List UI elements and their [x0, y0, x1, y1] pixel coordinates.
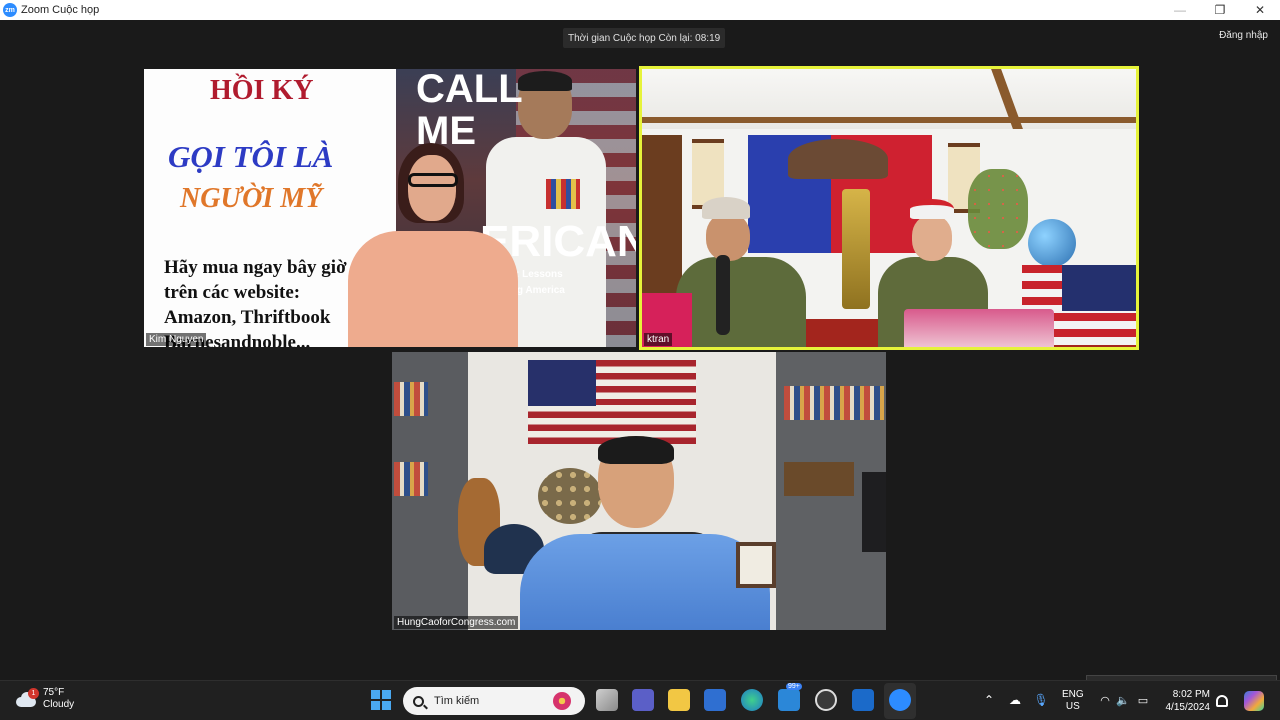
participant-hung-video — [516, 436, 776, 630]
microphone-icon[interactable]: 🎙 — [1030, 689, 1052, 711]
lang-top: ENG — [1062, 689, 1084, 700]
zoom-app-icon: zm — [3, 3, 17, 17]
outlook-icon[interactable] — [852, 689, 874, 711]
clock-time: 8:02 PM — [1172, 689, 1210, 700]
search-highlight-icon — [553, 692, 571, 710]
clock-date: 4/15/2024 — [1165, 702, 1211, 713]
meeting-timer: Thời gian Cuộc họp Còn lại: 08:19 — [563, 28, 726, 48]
us-flag — [528, 360, 696, 444]
volume-icon[interactable]: 🔈 — [1112, 689, 1134, 711]
weather-text: 75°F Cloudy — [43, 687, 74, 711]
taskbar-clock[interactable]: 8:02 PM 4/15/2024 — [1160, 688, 1211, 714]
participant-name-label: Kim Nguyen — [146, 333, 207, 346]
signin-link[interactable]: Đăng nhập — [1219, 30, 1268, 41]
microphone — [716, 255, 730, 335]
video-tile-hungcao[interactable]: HungCaoforCongress.com — [392, 352, 886, 630]
eagle-emblem — [788, 139, 888, 179]
meeting-area: Thời gian Cuộc họp Còn lại: 08:19 Đăng n… — [0, 20, 1280, 697]
participant-name-label: ktran — [644, 333, 673, 346]
battery-icon[interactable]: ▭ — [1132, 689, 1154, 711]
man-body — [676, 257, 806, 347]
weather-badge: 1 — [28, 688, 39, 699]
officer-hair — [518, 71, 572, 91]
language-indicator[interactable]: ENG US — [1062, 689, 1084, 713]
zoom-icon[interactable] — [889, 689, 911, 711]
mail-badge: 99+ — [786, 683, 802, 690]
weather-condition: Cloudy — [43, 699, 75, 710]
mail-icon[interactable]: 99+ — [778, 683, 802, 711]
copilot-icon[interactable] — [1244, 691, 1264, 711]
picture-frame — [736, 542, 776, 588]
start-icon[interactable] — [371, 690, 391, 710]
edge-icon[interactable] — [741, 689, 763, 711]
search-icon — [413, 695, 424, 707]
books — [784, 386, 884, 420]
kim-body — [348, 231, 518, 347]
weather-temp: 75°F — [43, 687, 65, 698]
clock-app-icon[interactable] — [815, 689, 837, 711]
task-view-icon[interactable] — [596, 689, 618, 711]
wood-beam — [642, 117, 1136, 123]
minimize-button[interactable]: — — [1160, 0, 1200, 20]
bell-icon[interactable] — [1216, 695, 1228, 707]
man-face — [706, 213, 750, 261]
windows-taskbar: 1 75°F Cloudy Tìm kiếm 99+ ⌃ ☁ 🎙 ENG US … — [0, 680, 1280, 720]
taskbar-search[interactable]: Tìm kiếm — [403, 687, 585, 715]
woman-face — [912, 215, 952, 261]
video-tile-kim-nguyen[interactable]: HỒI KÝ GỌI TÔI LÀ NGƯỜI MỸ Hãy mua ngay … — [144, 69, 636, 347]
kim-glasses — [408, 173, 458, 187]
book-text-call-me: GỌI TÔI LÀ — [168, 139, 334, 174]
books — [394, 462, 428, 496]
kim-face — [408, 155, 456, 221]
video-tile-ktran[interactable]: ★ ktran — [639, 66, 1139, 350]
books — [394, 382, 428, 416]
woman-cap — [910, 199, 954, 219]
window-titlebar: zm Zoom Cuộc họp — ❐ ✕ — [0, 0, 1280, 20]
book-subtitle: : Lessons — [516, 269, 563, 280]
weather-widget[interactable]: 1 75°F Cloudy — [14, 687, 74, 711]
search-placeholder: Tìm kiếm — [434, 695, 480, 707]
medals — [546, 179, 580, 209]
bookshelf-left — [392, 352, 468, 630]
chevron-up-icon[interactable]: ⌃ — [978, 689, 1000, 711]
lang-bottom: US — [1065, 701, 1080, 712]
trophy — [842, 189, 870, 309]
book-text-american: NGƯỜI MỸ — [180, 183, 323, 214]
flag-canton — [1062, 265, 1136, 311]
participant-name-label: HungCaoforCongress.com — [394, 616, 519, 629]
flag-canton — [528, 360, 596, 406]
close-button[interactable]: ✕ — [1240, 0, 1280, 20]
cloud-icon: 1 — [14, 688, 39, 708]
file-explorer-icon[interactable] — [668, 689, 690, 711]
book-title-call: CALL — [416, 69, 523, 111]
hung-hair — [598, 436, 674, 464]
book-text-memoir: HỒI KÝ — [210, 75, 314, 106]
participant-kim-video — [348, 143, 518, 347]
participant-man-video — [676, 197, 806, 347]
onedrive-icon[interactable]: ☁ — [1004, 689, 1026, 711]
window-controls: — ❐ ✕ — [1160, 0, 1280, 20]
hung-shirt — [520, 534, 770, 630]
monitor — [862, 472, 886, 552]
books — [784, 462, 854, 496]
restore-button[interactable]: ❐ — [1200, 0, 1240, 20]
man-cap — [702, 197, 750, 219]
store-icon[interactable] — [704, 689, 726, 711]
window-title: Zoom Cuộc họp — [21, 4, 100, 16]
laptop — [904, 309, 1054, 347]
teams-icon[interactable] — [632, 689, 654, 711]
globe — [1028, 219, 1076, 267]
